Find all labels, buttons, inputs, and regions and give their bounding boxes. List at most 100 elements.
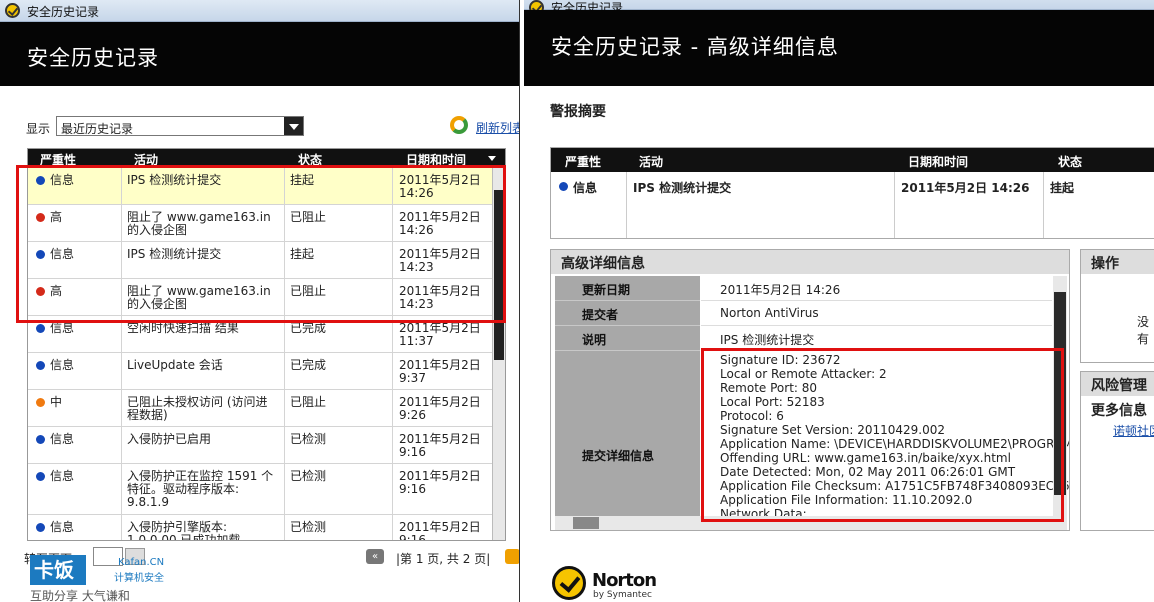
table-row[interactable]: 信息 入侵防护正在监控 1591 个特征。驱动程序版本: 9.8.1.9 已检测 201… xyxy=(28,464,505,515)
cell-datetime: 2011年5月2日 9:37 xyxy=(399,359,481,385)
table-row[interactable]: 信息 入侵防护已启用 已检测 2011年5月2日 9:16 xyxy=(28,427,505,464)
divider xyxy=(392,464,393,514)
cell-datetime: 2011年5月2日 9:16 xyxy=(399,433,481,459)
right-header: 安全历史记录 - 高级详细信息 xyxy=(524,10,1154,86)
cell-activity: 入侵防护引擎版本: 1.0.0.00 已成功加载 xyxy=(127,521,240,541)
summary-col-datetime: 日期和时间 xyxy=(908,155,969,169)
kafan-watermark: 卡饭 Kafan.CN 计算机安全 互助分享 大气谦和 xyxy=(30,555,180,602)
cell-line: 9:37 xyxy=(399,371,426,385)
page-title: 安全历史记录 xyxy=(27,46,159,70)
filter-select[interactable]: 最近历史记录 xyxy=(56,116,304,136)
cell-severity: 信息 xyxy=(50,321,75,335)
detail-value: 2011年5月2日 14:26 xyxy=(701,276,1052,301)
actions-text: 没有 xyxy=(1137,315,1150,346)
highlight-box xyxy=(16,165,506,323)
cell-line: 入侵防护已启用 xyxy=(127,432,212,446)
cell-activity: 入侵防护已启用 xyxy=(127,433,211,446)
summary-status: 挂起 xyxy=(1050,181,1075,195)
advanced-details-header: 高级详细信息 xyxy=(551,250,1069,274)
divider xyxy=(284,390,285,426)
filter-select-value: 最近历史记录 xyxy=(61,122,134,136)
risk-header: 风险管理 xyxy=(1081,372,1154,396)
alert-summary-title: 警报摘要 xyxy=(550,104,606,120)
divider xyxy=(284,353,285,389)
refresh-list-label[interactable]: 刷新列表 xyxy=(476,119,519,136)
divider xyxy=(894,172,895,238)
severity-dot-icon xyxy=(36,398,45,407)
refresh-list-link[interactable]: 刷新列表 xyxy=(450,116,519,138)
show-label: 显示 xyxy=(26,122,51,136)
cell-severity: 信息 xyxy=(50,432,75,446)
divider xyxy=(284,427,285,463)
cell-datetime: 2011年5月2日 9:16 xyxy=(399,521,481,541)
cell-status: 已完成 xyxy=(290,321,327,335)
actions-panel: 操作 没有 xyxy=(1080,249,1154,363)
divider xyxy=(121,464,122,514)
left-header: 安全历史记录 xyxy=(0,22,519,86)
left-titlebar[interactable]: 安全历史记录 xyxy=(0,0,519,22)
detail-value: Norton AntiVirus xyxy=(701,301,1052,326)
more-info-label: 更多信息 xyxy=(1091,403,1147,419)
divider xyxy=(626,172,627,238)
severity-dot-icon xyxy=(36,472,45,481)
divider xyxy=(121,390,122,426)
summary-datetime: 2011年5月2日 14:26 xyxy=(901,181,1030,195)
divider xyxy=(392,427,393,463)
highlight-box xyxy=(701,348,1064,522)
cell-status: 已检测 xyxy=(290,432,327,446)
summary-severity: 信息 xyxy=(573,181,598,195)
actions-header: 操作 xyxy=(1081,250,1154,274)
divider xyxy=(392,390,393,426)
cell-line: 9:16 xyxy=(399,482,426,496)
sort-desc-icon[interactable] xyxy=(488,156,496,161)
refresh-icon[interactable] xyxy=(450,116,468,134)
norton-sub: by Symantec xyxy=(593,590,652,600)
norton-logo: Norton by Symantec xyxy=(552,562,662,602)
cell-line: 空闲时快速扫描 结果 xyxy=(127,321,239,335)
cell-line: LiveUpdate 会话 xyxy=(127,358,223,372)
divider xyxy=(392,515,393,540)
divider xyxy=(121,353,122,389)
right-titlebar[interactable]: 安全历史记录 xyxy=(524,0,1154,15)
chevron-down-icon[interactable] xyxy=(284,117,303,135)
cell-severity: 信息 xyxy=(50,520,75,534)
details-label-column: 更新日期 提交者 说明 提交详细信息 xyxy=(555,276,700,516)
table-row[interactable]: 中 已阻止未授权访问 (访问进 程数据) 已阻止 2011年5月2日 9:26 xyxy=(28,390,505,427)
cell-status: 已检测 xyxy=(290,520,327,534)
next-page-icon[interactable] xyxy=(505,549,519,564)
severity-dot-icon xyxy=(36,435,45,444)
summary-activity: IPS 检测统计提交 xyxy=(633,181,732,195)
cell-line: 9:16 xyxy=(399,533,426,541)
kafan-logo: 卡饭 xyxy=(30,555,86,585)
table-row[interactable]: 信息 入侵防护引擎版本: 1.0.0.00 已成功加载 已检测 2011年5月2日 9:1… xyxy=(28,515,505,541)
severity-dot-icon xyxy=(36,324,45,333)
prev-page-icon[interactable]: « xyxy=(366,549,384,564)
alert-summary-table: 严重性 活动 日期和时间 状态 信息 IPS 检测统计提交 2011年5月2日 … xyxy=(550,147,1154,239)
detail-label: 更新日期 xyxy=(555,276,700,301)
cell-datetime: 2011年5月2日 9:16 xyxy=(399,470,481,496)
cell-activity: 已阻止未授权访问 (访问进 程数据) xyxy=(127,396,268,422)
summary-col-activity: 活动 xyxy=(639,155,664,169)
kafan-slogan: 互助分享 大气谦和 xyxy=(30,589,130,602)
detail-label: 说明 xyxy=(555,326,700,351)
kafan-domain: Kafan.CN xyxy=(118,557,165,568)
security-history-window: 安全历史记录 安全历史记录 显示 最近历史记录 刷新列表 严重性 活动 状态 日… xyxy=(0,0,520,602)
cell-status: 已阻止 xyxy=(290,395,327,409)
cell-line: 11:37 xyxy=(399,334,434,348)
norton-brand: Norton xyxy=(592,570,657,591)
norton-community-link[interactable]: 诺顿社区 xyxy=(1113,422,1154,439)
summary-header: 严重性 活动 日期和时间 状态 xyxy=(551,148,1154,172)
cell-datetime: 2011年5月2日 11:37 xyxy=(399,322,481,348)
advanced-details-title: 高级详细信息 xyxy=(561,256,645,272)
detail-label: 提交者 xyxy=(555,301,700,326)
divider xyxy=(392,353,393,389)
cell-line: 程数据) xyxy=(127,408,168,422)
cell-activity: 入侵防护正在监控 1591 个特征。驱动程序版本: 9.8.1.9 xyxy=(127,470,273,509)
norton-check-icon xyxy=(552,566,586,600)
details-page-title: 安全历史记录 - 高级详细信息 xyxy=(551,35,839,59)
cell-severity: 信息 xyxy=(50,358,75,372)
summary-col-severity: 严重性 xyxy=(565,155,602,169)
details-hscroll-thumb[interactable] xyxy=(573,517,599,529)
table-row[interactable]: 信息 LiveUpdate 会话 已完成 2011年5月2日 9:37 xyxy=(28,353,505,390)
left-title-text: 安全历史记录 xyxy=(27,5,100,19)
